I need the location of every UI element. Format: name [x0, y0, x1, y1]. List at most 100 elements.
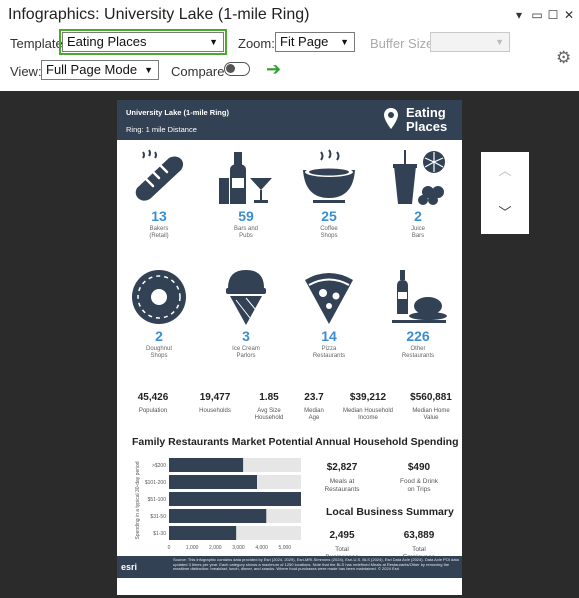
infographic-header: University Lake (1-mile Ring) Ring: 1 mi…	[117, 100, 462, 140]
zoom-label: Zoom:	[238, 36, 275, 51]
category-ice-cream: 3 Ice Cream Parlors	[207, 268, 285, 360]
household-spending-title: Annual Household Spending	[315, 436, 459, 448]
category-label: Doughnut Shops	[145, 346, 173, 359]
category-value: 226	[406, 328, 430, 344]
stat-value: 1.85	[259, 392, 279, 403]
chevron-down-icon: ▼	[495, 37, 504, 47]
stat-value: $560,881	[410, 392, 452, 403]
spending-value: $2,827	[326, 462, 358, 473]
gear-icon[interactable]: ⚙	[556, 48, 571, 68]
stat-label: Population	[138, 408, 168, 414]
wine-plate-icon	[392, 270, 447, 323]
x-tick-label: 5,000	[279, 545, 292, 551]
category-value: 14	[321, 328, 337, 344]
pizza-icon	[305, 273, 353, 324]
coffee-cup-icon	[303, 149, 355, 203]
bar	[169, 475, 257, 489]
spending-label: Food & Drink on Trips	[400, 478, 438, 493]
category-label: Bars and Pubs	[233, 226, 258, 239]
stat-label: Avg Size Household	[254, 408, 284, 421]
zoom-select-value: Fit Page	[280, 34, 329, 49]
business-summary-title: Local Business Summary	[326, 506, 454, 518]
compare-toggle[interactable]	[224, 62, 250, 76]
brand-line-2: Places	[406, 119, 448, 134]
category-coffee: 25 Coffee Shops	[290, 148, 368, 240]
infographic-subtitle: Ring: 1 mile Distance	[126, 125, 197, 134]
chevron-down-icon: ▼	[209, 37, 218, 47]
page-scroll-control: ︿ ﹀	[481, 152, 529, 234]
business-value: 2,495	[329, 530, 355, 541]
stat-avg-household-size: 1.85 Avg Size Household	[245, 392, 293, 422]
category-bakers: 13 Bakers (Retail)	[120, 148, 198, 240]
category-label: Juice Bars	[410, 226, 425, 239]
category-value: 59	[238, 208, 254, 224]
bread-icon	[135, 149, 184, 201]
stat-label: Median Age	[304, 408, 324, 421]
spending-value: $490	[407, 462, 431, 473]
stat-label: Median Household Income	[342, 408, 394, 421]
chart-layer: >$200 $101-200 $51-100 $31-50 $1-30 0 1,000 2,0…	[135, 458, 301, 551]
category-pizza: 14 Pizza Restaurants	[290, 268, 368, 360]
spending-label: Meals at Restaurants	[324, 478, 360, 493]
category-tick-label: $31-50	[150, 514, 166, 520]
template-label: Template:	[10, 36, 67, 51]
category-other: 226 Other Restaurants	[379, 268, 457, 360]
x-tick-label: 3,000	[232, 545, 245, 551]
category-label: Pizza Restaurants	[312, 346, 346, 359]
doughnut-icon	[132, 270, 186, 324]
infographic-page: University Lake (1-mile Ring) Ring: 1 mi…	[117, 100, 462, 595]
menu-dropdown-icon[interactable]: ▾	[511, 7, 527, 23]
category-tick-label: $51-100	[148, 497, 167, 503]
view-select[interactable]: Full Page Mode ▼	[41, 60, 159, 80]
buffer-size-label: Buffer Size:	[370, 36, 437, 51]
template-select[interactable]: Eating Places ▼	[59, 29, 227, 55]
view-label: View:	[10, 64, 42, 79]
spending-meals: $2,827 Meals at Restaurants	[307, 462, 377, 493]
juice-fruit-icon	[393, 150, 445, 205]
market-potential-chart: >$200 $101-200 $51-100 $31-50 $1-30 0 1,000 2,0…	[135, 458, 301, 551]
x-tick-label: 1,000	[186, 545, 199, 551]
category-tick-label: $1-30	[153, 531, 166, 537]
bar	[169, 509, 267, 523]
stat-households: 19,477 Households	[191, 392, 239, 415]
footer-source-note: Source: This infographic contains data p…	[173, 558, 459, 572]
category-tick-label: $101-200	[145, 480, 166, 486]
chevron-up-icon[interactable]: ︿	[481, 160, 529, 179]
template-select-value: Eating Places	[67, 34, 147, 49]
restore-icon[interactable]: ▭	[529, 7, 545, 23]
arrow-right-icon[interactable]: ➔	[266, 59, 281, 80]
stat-value: 23.7	[304, 392, 324, 403]
infographic-preview[interactable]: University Lake (1-mile Ring) Ring: 1 mi…	[0, 91, 579, 598]
stat-label: Median Home Value	[412, 408, 450, 421]
chevron-down-icon[interactable]: ﹀	[481, 202, 529, 221]
stat-value: 19,477	[199, 392, 231, 403]
x-tick-label: 2,000	[209, 545, 222, 551]
zoom-select[interactable]: Fit Page ▼	[275, 32, 355, 52]
brand-line-1: Eating	[406, 105, 446, 120]
stat-population: 45,426 Population	[129, 392, 177, 415]
bar	[169, 458, 244, 472]
y-axis-label: Spending in a typical 30-day period	[135, 461, 141, 539]
category-label: Coffee Shops	[320, 226, 338, 239]
category-bars: 59 Bars and Pubs	[207, 148, 285, 240]
ice-cream-icon	[226, 270, 266, 325]
category-doughnut: 2 Doughnut Shops	[120, 268, 198, 360]
infographic-footer: esri Source: This infographic contains d…	[117, 556, 462, 578]
market-potential-title: Family Restaurants Market Potential	[132, 436, 313, 448]
category-value: 3	[242, 328, 250, 344]
buffer-size-select: ▼	[430, 32, 510, 52]
spending-trips: $490 Food & Drink on Trips	[384, 462, 454, 493]
stat-median-household-income: $39,212 Median Household Income	[339, 392, 397, 422]
maximize-icon[interactable]: ☐	[545, 7, 561, 23]
esri-logo: esri	[121, 562, 138, 572]
chevron-down-icon: ▼	[144, 65, 153, 75]
bar	[169, 526, 237, 540]
toggle-knob	[226, 64, 235, 73]
category-label: Ice Cream Parlors	[232, 346, 260, 359]
window-title: Infographics: University Lake (1-mile Ri…	[8, 6, 310, 23]
compare-label: Compare	[171, 64, 225, 79]
stat-value: 45,426	[137, 392, 169, 403]
beer-bottle-cocktail-icon	[219, 152, 272, 204]
close-icon[interactable]: ✕	[561, 7, 577, 23]
chevron-down-icon: ▼	[340, 37, 349, 47]
